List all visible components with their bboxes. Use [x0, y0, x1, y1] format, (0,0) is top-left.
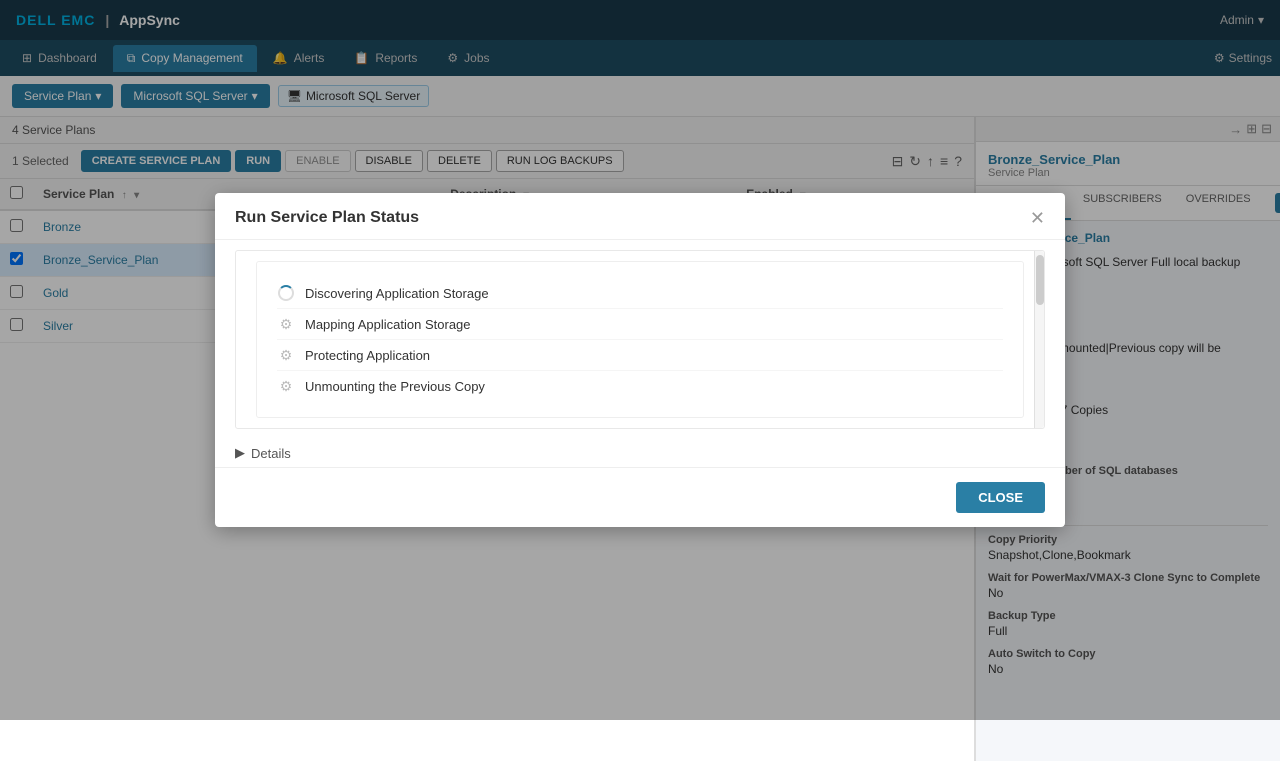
details-label: Details — [251, 446, 291, 461]
run-service-plan-modal: Run Service Plan Status ✕ Discovering Ap… — [215, 193, 1065, 527]
modal-close-btn[interactable]: CLOSE — [956, 482, 1045, 513]
modal-header: Run Service Plan Status ✕ — [215, 193, 1065, 240]
modal-footer: CLOSE — [215, 467, 1065, 527]
status-label-4: Unmounting the Previous Copy — [305, 379, 485, 394]
spinner-icon-1 — [277, 284, 295, 302]
status-item-4: ⚙ Unmounting the Previous Copy — [277, 371, 1003, 401]
modal-close-button[interactable]: ✕ — [1030, 209, 1045, 227]
status-label-2: Mapping Application Storage — [305, 317, 471, 332]
scroll-thumb — [1036, 255, 1044, 305]
status-label-3: Protecting Application — [305, 348, 430, 363]
modal-body: Discovering Application Storage ⚙ Mappin… — [215, 250, 1065, 467]
status-item-2: ⚙ Mapping Application Storage — [277, 309, 1003, 340]
gear-icon-2: ⚙ — [277, 315, 295, 333]
status-list-container: Discovering Application Storage ⚙ Mappin… — [235, 250, 1045, 429]
modal-overlay: Run Service Plan Status ✕ Discovering Ap… — [0, 0, 1280, 720]
status-list: Discovering Application Storage ⚙ Mappin… — [256, 261, 1024, 418]
gear-icon-3: ⚙ — [277, 346, 295, 364]
scrollbar[interactable] — [1034, 251, 1044, 428]
modal-title: Run Service Plan Status — [235, 209, 419, 227]
details-toggle[interactable]: ▶ Details — [215, 439, 1065, 467]
gear-icon-4: ⚙ — [277, 377, 295, 395]
chevron-right-icon: ▶ — [235, 445, 245, 461]
status-item-1: Discovering Application Storage — [277, 278, 1003, 309]
status-item-3: ⚙ Protecting Application — [277, 340, 1003, 371]
status-label-1: Discovering Application Storage — [305, 286, 489, 301]
